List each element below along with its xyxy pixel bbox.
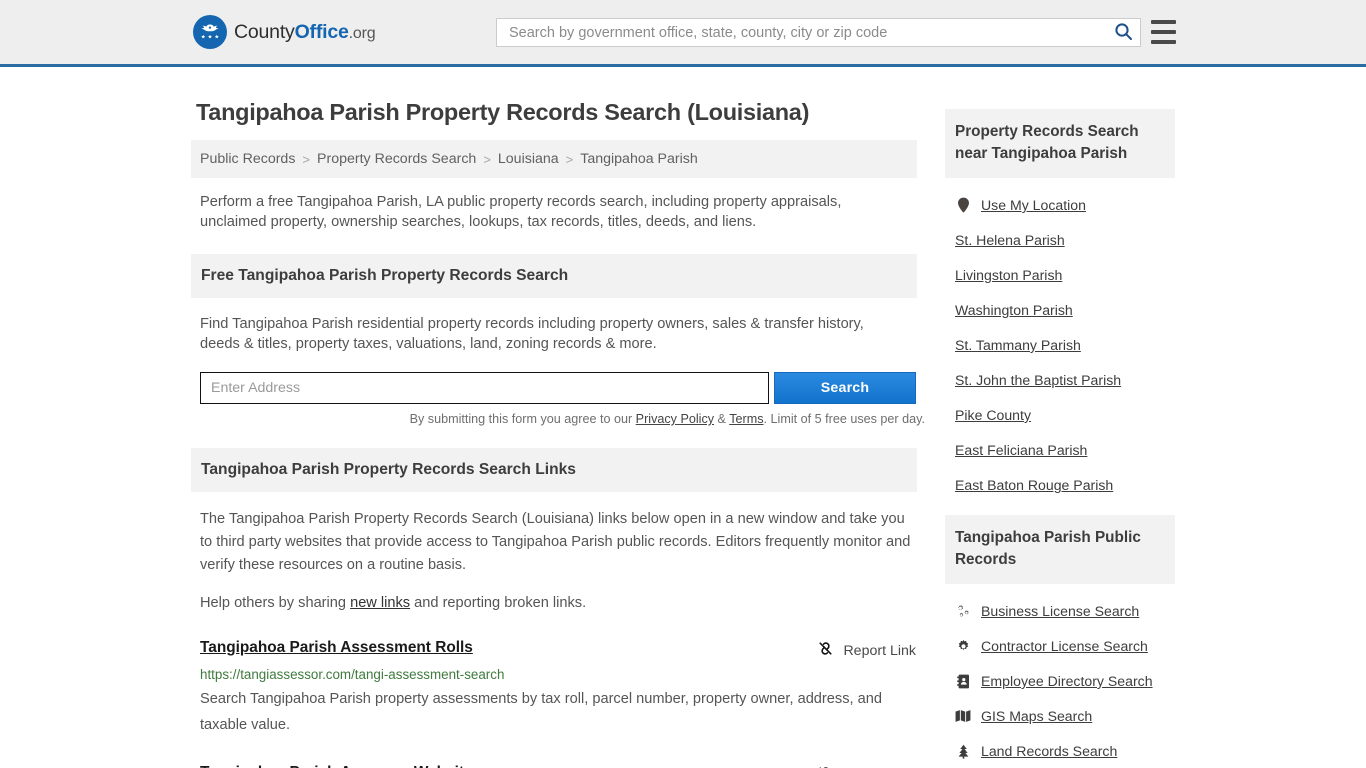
sidebar-item-east-baton-rouge-parish[interactable]: East Baton Rouge Parish [955,477,1175,493]
brand-part-office: Office [295,21,349,43]
free-search-body: Find Tangipahoa Parish residential prope… [191,314,917,354]
breadcrumb-separator: > [302,152,310,167]
map-icon [955,708,971,724]
brand-part-county: County [234,21,295,43]
page-intro-text: Perform a free Tangipahoa Parish, LA pub… [200,192,900,232]
brand-part-tld: .org [349,25,376,42]
nearby-panel-heading: Property Records Search near Tangipahoa … [945,109,1175,178]
report-link-label: Report Link [843,643,916,659]
sidebar-item-land-records-search[interactable]: Land Records Search [955,743,1175,759]
sidebar-link-label[interactable]: Pike County [955,407,1031,423]
list-item: Tangipahoa Parish Assessor Website Repor… [200,764,916,768]
free-search-description: Find Tangipahoa Parish residential prope… [200,314,906,354]
main-content: Tangipahoa Parish Property Records Searc… [191,87,917,768]
address-search-button[interactable]: Search [774,372,916,404]
sidebar-item-gis-maps-search[interactable]: GIS Maps Search [955,708,1175,724]
sidebar-item-pike-county[interactable]: Pike County [955,407,1175,423]
broken-link-icon [817,640,834,661]
sidebar-item-contractor-license-search[interactable]: Contractor License Search [955,638,1175,654]
breadcrumb-item-louisiana[interactable]: Louisiana [498,151,559,167]
sidebar-link-label[interactable]: Use My Location [981,197,1086,213]
sidebar-link-label[interactable]: St. Helena Parish [955,232,1065,248]
free-search-heading: Free Tangipahoa Parish Property Records … [191,254,917,298]
sidebar-item-st-tammany-parish[interactable]: St. Tammany Parish [955,337,1175,353]
form-fineprint: By submitting this form you agree to our… [200,412,925,426]
links-section-body: The Tangipahoa Parish Property Records S… [191,508,917,613]
public-records-panel-heading: Tangipahoa Parish Public Records [945,515,1175,584]
new-links-link[interactable]: new links [350,595,410,611]
sidebar-link-label[interactable]: Employee Directory Search [981,673,1153,689]
header-search-bar [496,18,1141,47]
sidebar-item-livingston-parish[interactable]: Livingston Parish [955,267,1175,283]
breadcrumb-item-property-records-search[interactable]: Property Records Search [317,151,476,167]
nearby-panel-list: Use My Location St. Helena Parish Living… [945,197,1175,493]
tree-icon [955,743,971,759]
sidebar-link-label[interactable]: Business License Search [981,603,1139,619]
address-search-form: Search [200,372,916,404]
help-before: Help others by sharing [200,595,350,611]
sidebar-link-label[interactable]: GIS Maps Search [981,708,1092,724]
breadcrumb-item-tangipahoa-parish: Tangipahoa Parish [580,151,698,167]
nearby-search-panel: Property Records Search near Tangipahoa … [945,109,1175,493]
result-title-link[interactable]: Tangipahoa Parish Assessment Rolls [200,639,473,657]
fineprint-before: By submitting this form you agree to our [410,412,636,426]
map-pin-icon [955,197,971,213]
sidebar-item-east-feliciana-parish[interactable]: East Feliciana Parish [955,442,1175,458]
site-header: CountyOffice.org [0,0,1366,67]
terms-link[interactable]: Terms [729,412,763,426]
sidebar-link-label[interactable]: St. John the Baptist Parish [955,372,1121,388]
magnifier-icon [1114,22,1133,44]
result-description: Search Tangipahoa Parish property assess… [200,686,912,738]
sidebar-item-use-my-location[interactable]: Use My Location [955,197,1175,213]
sidebar-item-washington-parish[interactable]: Washington Parish [955,302,1175,318]
privacy-policy-link[interactable]: Privacy Policy [636,412,714,426]
sidebar-link-label[interactable]: East Baton Rouge Parish [955,477,1113,493]
sidebar-link-label[interactable]: Land Records Search [981,743,1117,759]
gear-icon [955,638,971,654]
links-section-heading: Tangipahoa Parish Property Records Searc… [191,448,917,492]
page-title: Tangipahoa Parish Property Records Searc… [196,99,917,126]
result-title-link[interactable]: Tangipahoa Parish Assessor Website [200,764,473,768]
sidebar-link-label[interactable]: Livingston Parish [955,267,1062,283]
address-input[interactable] [200,372,769,404]
sidebar: Property Records Search near Tangipahoa … [945,87,1175,768]
search-submit-button[interactable] [1106,19,1140,46]
sidebar-link-label[interactable]: Contractor License Search [981,638,1148,654]
report-link-button[interactable]: Report Link [817,640,916,661]
sidebar-link-label[interactable]: Washington Parish [955,302,1073,318]
sidebar-item-st-john-the-baptist-parish[interactable]: St. John the Baptist Parish [955,372,1175,388]
site-logo-text: CountyOffice.org [234,21,375,44]
eagle-badge-icon [193,15,227,49]
breadcrumb-separator: > [566,152,574,167]
cogs-icon [955,603,971,619]
page-body: Tangipahoa Parish Property Records Searc… [0,67,1366,768]
breadcrumb-separator: > [483,152,491,167]
site-logo[interactable]: CountyOffice.org [193,15,375,49]
sidebar-item-business-license-search[interactable]: Business License Search [955,603,1175,619]
address-book-icon [955,673,971,689]
hamburger-bar [1151,20,1176,24]
fineprint-after: . Limit of 5 free uses per day. [764,412,925,426]
links-section-paragraph: The Tangipahoa Parish Property Records S… [200,508,912,577]
help-after: and reporting broken links. [410,595,586,611]
breadcrumb: Public Records > Property Records Search… [191,140,917,178]
sidebar-link-label[interactable]: St. Tammany Parish [955,337,1081,353]
fineprint-amp: & [714,412,729,426]
public-records-panel-list: Business License Search Contractor Licen… [945,603,1175,759]
hamburger-bar [1151,30,1176,34]
public-records-panel: Tangipahoa Parish Public Records [945,515,1175,759]
list-item: Tangipahoa Parish Assessment Rolls Repor… [200,639,916,738]
search-input[interactable] [497,19,1106,46]
result-url[interactable]: https://tangiassessor.com/tangi-assessme… [200,667,916,682]
breadcrumb-item-public-records[interactable]: Public Records [200,151,295,167]
sidebar-link-label[interactable]: East Feliciana Parish [955,442,1087,458]
hamburger-menu-icon[interactable] [1151,20,1176,44]
sidebar-item-employee-directory-search[interactable]: Employee Directory Search [955,673,1175,689]
links-section-help: Help others by sharing new links and rep… [200,593,906,613]
sidebar-item-st-helena-parish[interactable]: St. Helena Parish [955,232,1175,248]
hamburger-bar [1151,40,1176,44]
